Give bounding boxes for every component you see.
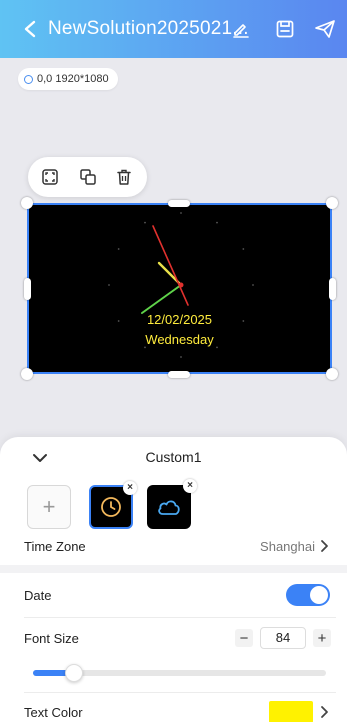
resize-handle-bottom[interactable] xyxy=(168,371,190,378)
divider xyxy=(24,617,336,618)
canvas-coordinates-badge: 0,0 1920*1080 xyxy=(18,68,118,90)
resize-handle-top[interactable] xyxy=(168,200,190,207)
copy-icon[interactable] xyxy=(78,167,98,187)
fullscreen-icon[interactable] xyxy=(40,167,60,187)
resize-handle-right[interactable] xyxy=(329,278,336,300)
clock-tick xyxy=(144,221,146,224)
section-separator xyxy=(0,565,347,573)
delete-icon[interactable] xyxy=(114,167,134,187)
app-header: NewSolution2025021... xyxy=(0,0,347,58)
resize-handle-left[interactable] xyxy=(24,278,31,300)
remove-tile-icon[interactable]: × xyxy=(123,481,137,495)
back-icon[interactable] xyxy=(18,17,42,41)
chevron-right-icon xyxy=(317,539,331,553)
clock-tick xyxy=(242,248,245,250)
clock-tick xyxy=(180,212,182,214)
font-size-stepper: − 84 + xyxy=(235,627,331,649)
clock-tick xyxy=(252,284,254,286)
minute-hand xyxy=(141,284,182,314)
text-color-row[interactable]: Text Color xyxy=(0,697,347,722)
edit-icon[interactable] xyxy=(228,16,254,42)
font-size-slider[interactable] xyxy=(33,664,326,682)
page-title: NewSolution2025021... xyxy=(48,18,249,39)
chevron-right-icon xyxy=(317,705,331,719)
clock-date: 12/02/2025 xyxy=(146,312,213,327)
clock-tick xyxy=(117,248,120,250)
clock-icon xyxy=(101,497,121,517)
clock-tick xyxy=(108,284,110,286)
resize-handle-bottom-right[interactable] xyxy=(326,368,338,380)
time-zone-row[interactable]: Time Zone Shanghai xyxy=(0,531,347,561)
add-label: + xyxy=(42,494,56,519)
style-tile-weather[interactable]: × xyxy=(147,479,197,529)
resize-handle-top-right[interactable] xyxy=(326,197,338,209)
send-icon[interactable] xyxy=(312,16,338,42)
increase-button[interactable]: + xyxy=(313,629,331,647)
resize-handle-top-left[interactable] xyxy=(21,197,33,209)
coordinates-text: 0,0 1920*1080 xyxy=(37,73,109,85)
resize-handle-bottom-left[interactable] xyxy=(21,368,33,380)
divider xyxy=(24,692,336,693)
decrease-button[interactable]: − xyxy=(235,629,253,647)
panel-title: Custom1 xyxy=(145,449,202,465)
element-toolbar xyxy=(28,157,147,197)
save-icon[interactable] xyxy=(272,16,298,42)
font-size-label: Font Size xyxy=(24,630,79,646)
toggle-knob xyxy=(310,586,328,604)
text-color-swatch[interactable] xyxy=(269,701,313,722)
cloud-icon xyxy=(158,500,180,515)
font-size-input[interactable]: 84 xyxy=(260,627,306,649)
clock-tick xyxy=(216,221,218,224)
text-color-label: Text Color xyxy=(24,704,83,720)
time-zone-label: Time Zone xyxy=(24,538,86,554)
clock-tick xyxy=(180,356,182,358)
font-size-row: Font Size − 84 + xyxy=(0,623,347,653)
style-tile-clock[interactable]: × xyxy=(89,481,137,529)
preview-canvas[interactable]: 12/02/2025 Wednesday xyxy=(27,203,332,374)
date-toggle[interactable] xyxy=(286,584,330,606)
clock-day: Wednesday xyxy=(145,332,214,347)
remove-tile-icon[interactable]: × xyxy=(183,479,197,493)
date-label: Date xyxy=(24,587,52,603)
settings-panel: Custom1 + × × Time Zone Shanghai Date Fo… xyxy=(0,437,347,722)
clock-center xyxy=(178,282,184,288)
date-row: Date xyxy=(0,580,347,610)
add-style-button[interactable]: + xyxy=(27,485,71,529)
slider-thumb[interactable] xyxy=(65,664,83,682)
time-zone-value: Shanghai xyxy=(260,538,315,554)
coordinate-icon xyxy=(24,74,33,84)
